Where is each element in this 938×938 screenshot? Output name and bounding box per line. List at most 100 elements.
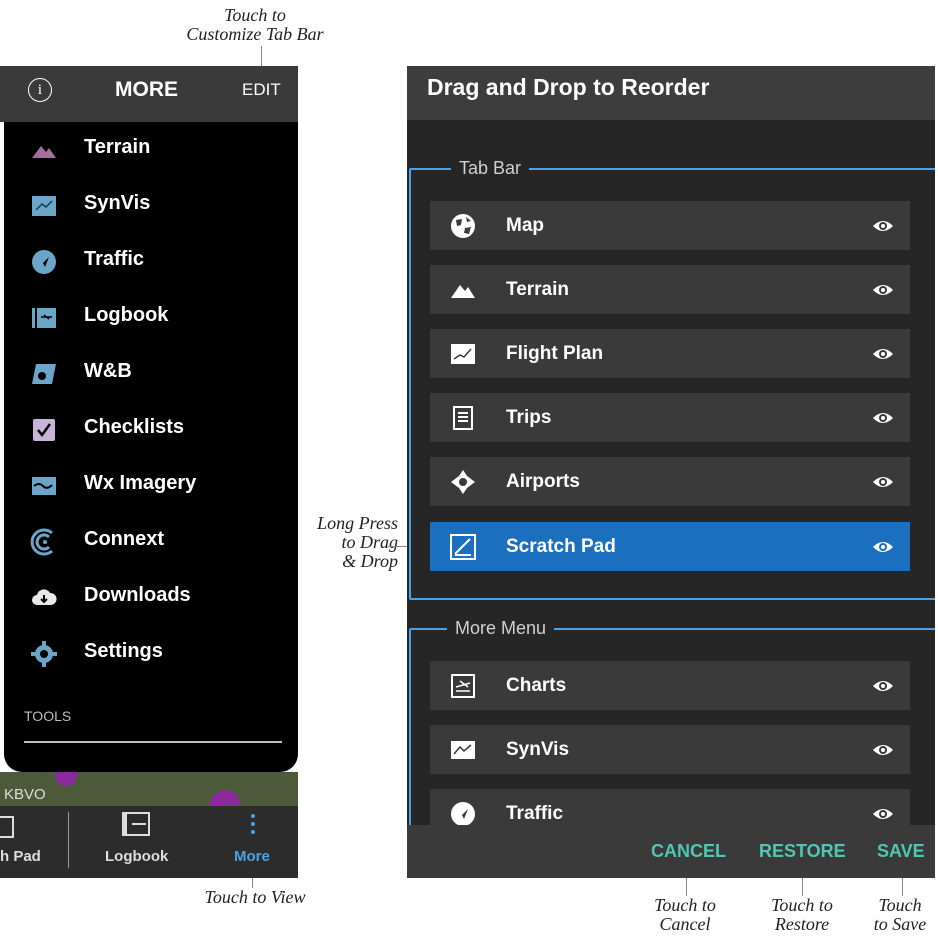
menu-item-label: W&B (84, 360, 132, 382)
logbook-icon (122, 812, 150, 836)
reorder-screen: Drag and Drop to Reorder Tab Bar Map Ter… (407, 66, 935, 878)
restore-leader (802, 876, 803, 896)
callout-line: Customize Tab Bar (186, 24, 324, 44)
logbook-icon (32, 308, 56, 328)
row-label: Terrain (506, 279, 570, 300)
tab-bar-group-label: Tab Bar (451, 158, 530, 179)
callout-line: Touch to (654, 895, 716, 915)
row-label: Charts (506, 675, 567, 696)
eye-icon[interactable] (872, 280, 894, 300)
tools-section-label: TOOLS (24, 708, 72, 724)
eye-icon[interactable] (872, 408, 894, 428)
map-airport-marker (55, 772, 77, 786)
eye-icon[interactable] (872, 537, 894, 557)
globe-icon (451, 214, 475, 238)
reorder-row-trips[interactable]: Trips (430, 393, 910, 442)
weight-balance-icon (32, 364, 56, 384)
reorder-body: Tab Bar Map Terrain Flight Plan Trips Ai… (407, 120, 935, 862)
save-callout: Touch to Save (862, 896, 938, 934)
eye-icon[interactable] (872, 472, 894, 492)
reorder-row-map[interactable]: Map (430, 201, 910, 250)
callout-line: Restore (774, 914, 830, 934)
eye-icon[interactable] (872, 216, 894, 236)
row-label: Map (506, 215, 544, 236)
tools-divider (24, 741, 282, 743)
tab-label: Logbook (105, 848, 169, 865)
menu-item-label: Logbook (84, 304, 169, 326)
row-label: Traffic (506, 803, 564, 824)
restore-button[interactable]: RESTORE (759, 841, 846, 862)
menu-item-label: Terrain (84, 136, 151, 158)
menu-item-label: Settings (84, 640, 163, 662)
row-label: SynVis (506, 739, 570, 760)
cancel-leader (686, 876, 687, 896)
traffic-icon (32, 250, 56, 274)
callout-line: Touch to (771, 895, 833, 915)
reorder-row-airports[interactable]: Airports (430, 457, 910, 506)
menu-item-traffic[interactable]: Traffic (0, 234, 298, 290)
restore-callout: Touch to Restore (756, 896, 848, 934)
scratch-pad-icon (450, 534, 476, 560)
eye-icon[interactable] (872, 344, 894, 364)
menu-item-settings[interactable]: Settings (0, 626, 298, 682)
connext-icon (30, 528, 53, 556)
gear-icon (31, 641, 57, 667)
reorder-row-flight-plan[interactable]: Flight Plan (430, 329, 910, 378)
save-button[interactable]: SAVE (877, 841, 925, 862)
customize-callout: Touch to Customize Tab Bar (160, 6, 350, 44)
menu-item-label: SynVis (84, 192, 151, 214)
tab-label: h Pad (0, 848, 41, 865)
tab-more[interactable]: More (226, 806, 286, 878)
menu-item-connext[interactable]: Connext (0, 514, 298, 570)
menu-item-synvis[interactable]: SynVis (0, 178, 298, 234)
callout-line: to Save (873, 914, 927, 934)
menu-item-label: Connext (84, 528, 164, 550)
eye-icon[interactable] (872, 740, 894, 760)
reorder-row-terrain[interactable]: Terrain (430, 265, 910, 314)
charts-icon (451, 674, 475, 698)
airport-icon (451, 470, 475, 494)
cancel-button[interactable]: CANCEL (651, 841, 726, 862)
menu-item-logbook[interactable]: Logbook (0, 290, 298, 346)
menu-item-label: Checklists (84, 416, 185, 438)
menu-item-wb[interactable]: W&B (0, 346, 298, 402)
save-leader (902, 876, 903, 896)
cloud-download-icon (32, 589, 57, 605)
row-label: Airports (506, 471, 580, 492)
row-label: Trips (506, 407, 552, 428)
more-header: i MORE EDIT (0, 66, 298, 122)
drag-callout: Long Press to Drag & Drop (300, 514, 398, 571)
callout-line: Touch (878, 895, 922, 915)
callout-line: Cancel (659, 914, 711, 934)
callout-line: Touch to (224, 5, 286, 25)
menu-item-terrain[interactable]: Terrain (0, 122, 298, 178)
row-label: Flight Plan (506, 343, 604, 364)
view-callout: Touch to View (204, 887, 306, 907)
more-menu-group-label: More Menu (447, 618, 555, 639)
tab-logbook[interactable]: Logbook (90, 806, 190, 878)
eye-icon[interactable] (872, 676, 894, 696)
menu-item-label: Wx Imagery (84, 472, 197, 494)
menu-item-wx-imagery[interactable]: Wx Imagery (0, 458, 298, 514)
tab-divider (68, 812, 69, 868)
flight-plan-icon (451, 344, 475, 364)
reorder-footer: CANCEL RESTORE SAVE (407, 825, 935, 878)
page-title: Drag and Drop to Reorder (427, 74, 710, 100)
cancel-callout: Touch to Cancel (640, 896, 730, 934)
info-icon[interactable]: i (28, 78, 52, 102)
reorder-row-scratch-pad[interactable]: Scratch Pad (430, 522, 910, 571)
terrain-icon (451, 285, 475, 298)
more-title: MORE (115, 78, 178, 101)
reorder-row-synvis[interactable]: SynVis (430, 725, 910, 774)
reorder-row-charts[interactable]: Charts (430, 661, 910, 710)
menu-item-checklists[interactable]: Checklists (0, 402, 298, 458)
tab-scratch-pad[interactable]: h Pad (0, 806, 68, 878)
edit-button[interactable]: EDIT (242, 80, 281, 100)
menu-item-label: Downloads (84, 584, 191, 606)
callout-line: Long Press (317, 513, 398, 533)
synvis-icon (451, 741, 475, 759)
menu-item-label: Traffic (84, 248, 145, 270)
eye-icon[interactable] (872, 804, 894, 824)
menu-item-downloads[interactable]: Downloads (0, 570, 298, 626)
wx-imagery-icon (32, 477, 56, 495)
